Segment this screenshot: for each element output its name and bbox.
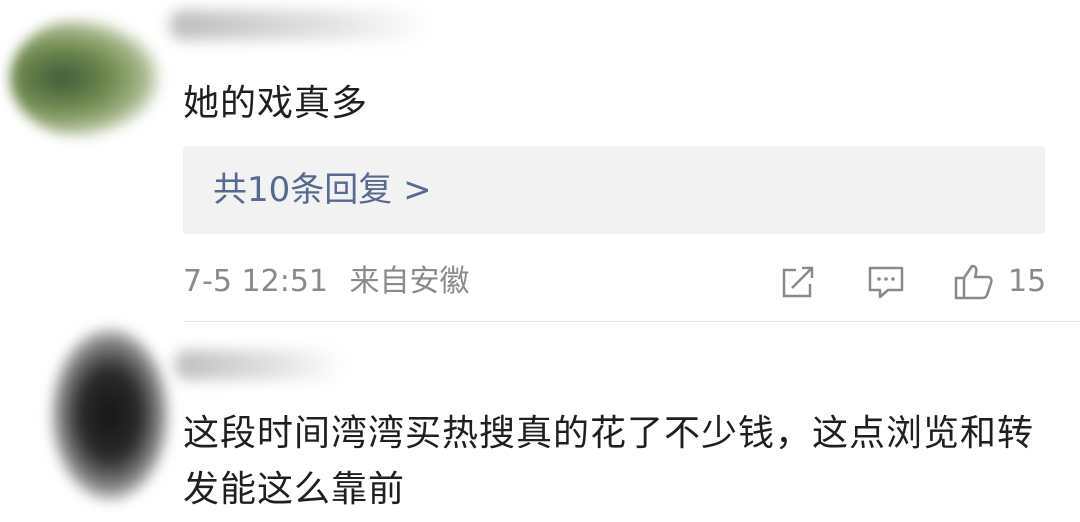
replies-box[interactable]: 共10条回复 > (183, 146, 1045, 234)
username-redacted[interactable] (175, 350, 345, 380)
comment-text: 她的戏真多 (183, 83, 369, 124)
comment-text: 这段时间湾湾买热搜真的花了不少钱，这点浏览和转发能这么靠前 (183, 413, 1035, 510)
comment-item: 这段时间湾湾买热搜真的花了不少钱，这点浏览和转发能这么靠前 (0, 322, 1080, 522)
comment-meta: 7-5 12:51 来自安徽 (183, 262, 482, 302)
comment-item: 她的戏真多 共10条回复 > 7-5 12:51 来自安徽 15 (0, 0, 1080, 322)
username-redacted[interactable] (170, 10, 430, 40)
comment-time: 7-5 12:51 (183, 264, 328, 299)
comment-icon[interactable] (866, 262, 906, 302)
comment-source: 来自安徽 (349, 264, 470, 299)
view-replies-link[interactable]: 共10条回复 > (213, 170, 432, 210)
avatar[interactable] (50, 327, 170, 502)
avatar[interactable] (10, 18, 160, 138)
thumbs-up-icon[interactable] (952, 262, 996, 302)
like-count: 15 (1008, 264, 1047, 299)
share-icon[interactable] (778, 262, 818, 302)
